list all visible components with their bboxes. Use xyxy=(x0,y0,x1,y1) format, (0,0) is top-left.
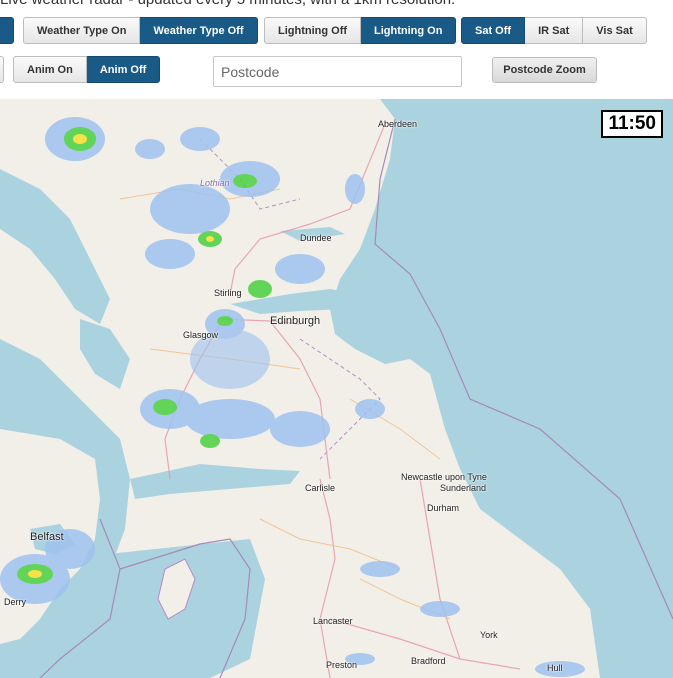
animation-toggle: Anim On Anim Off xyxy=(13,56,161,83)
clipped-active-button[interactable] xyxy=(0,17,14,44)
city-label-belfast: Belfast xyxy=(30,531,64,543)
weather-type-toggle: Weather Type On Weather Type Off xyxy=(23,17,258,44)
city-label-aberdeen: Aberdeen xyxy=(378,119,418,129)
city-label-bradford: Bradford xyxy=(411,656,446,666)
satellite-toggle: Sat Off IR Sat Vis Sat xyxy=(461,17,647,44)
lightning-toggle: Lightning Off Lightning On xyxy=(264,17,457,44)
radar-description: Live weather radar - updated every 5 min… xyxy=(0,0,673,8)
city-label-derry: Derry xyxy=(4,597,26,607)
lightning-off-button[interactable]: Lightning Off xyxy=(264,17,362,44)
city-label-sunderland: Sunderland xyxy=(440,483,487,493)
left-clipped-group xyxy=(0,17,14,44)
city-label-carlisle: Carlisle xyxy=(305,483,336,493)
lightning-on-button[interactable]: Lightning On xyxy=(361,17,457,44)
city-label-preston: Preston xyxy=(326,660,358,670)
radar-map[interactable]: 11:50 Aberdeen Dundee Stirling Edinburgh… xyxy=(0,99,673,678)
city-label-dundee: Dundee xyxy=(300,233,332,243)
left-clipped-group-2 xyxy=(0,56,4,83)
city-label-stirling: Stirling xyxy=(214,288,242,298)
anim-on-button[interactable]: Anim On xyxy=(13,56,87,83)
clipped-button[interactable] xyxy=(0,56,4,83)
city-label-edinburgh: Edinburgh xyxy=(270,315,321,327)
weather-type-off-button[interactable]: Weather Type Off xyxy=(140,17,258,44)
city-label-newcastle: Newcastle upon Tyne xyxy=(401,472,487,482)
city-label-durham: Durham xyxy=(427,503,460,513)
city-label-glasgow: Glasgow xyxy=(183,330,219,340)
postcode-input[interactable] xyxy=(213,56,462,87)
region-label-lothian: Lothian xyxy=(200,178,230,188)
city-label-lancaster: Lancaster xyxy=(313,616,353,626)
city-label-york: York xyxy=(480,630,498,640)
postcode-zoom-button[interactable]: Postcode Zoom xyxy=(492,57,597,83)
sat-off-button[interactable]: Sat Off xyxy=(461,17,526,44)
map-base xyxy=(0,99,673,678)
anim-off-button[interactable]: Anim Off xyxy=(86,56,161,83)
weather-type-on-button[interactable]: Weather Type On xyxy=(23,17,141,44)
city-label-hull: Hull xyxy=(547,663,563,673)
ir-sat-button[interactable]: IR Sat xyxy=(525,17,584,44)
vis-sat-button[interactable]: Vis Sat xyxy=(583,17,647,44)
radar-timestamp: 11:50 xyxy=(601,110,663,138)
